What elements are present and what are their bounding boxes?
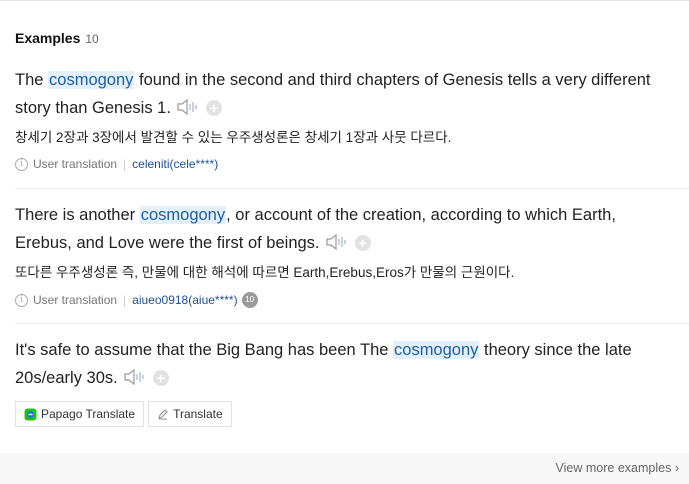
papago-logo-icon <box>24 408 37 421</box>
plus-icon[interactable]: + <box>354 235 371 251</box>
examples-header: Examples 10 <box>15 30 99 46</box>
view-more-examples-link[interactable]: View more examples › <box>556 461 679 475</box>
papago-translate-button[interactable]: Papago Translate <box>15 401 145 427</box>
info-icon: i <box>15 157 28 171</box>
highlighted-term: cosmogony <box>393 341 480 359</box>
sentence-text: There is another <box>15 206 140 224</box>
translation-meta: i User translation | aiueo0918(aiue****)… <box>15 292 675 308</box>
example-item: The cosmogony found in the second and th… <box>15 66 675 171</box>
speaker-icon[interactable] <box>123 367 145 395</box>
example-translation: 또다른 우주생성론 즉, 만물에 대한 해석에 따르면 Earth,Erebus… <box>15 265 515 280</box>
papago-translate-label: Papago Translate <box>41 407 136 421</box>
sentence-text: The <box>15 71 49 89</box>
sentence-text: It's safe to assume that the Big Bang ha… <box>15 341 394 359</box>
plus-icon[interactable]: + <box>152 370 169 386</box>
translate-label: Translate <box>173 407 223 421</box>
example-translation: 창세기 2장과 3장에서 발견할 수 있는 우주생성론은 창세기 1장과 사뭇 … <box>15 130 452 145</box>
example-sentence: The cosmogony found in the second and th… <box>15 66 675 125</box>
examples-title: Examples <box>15 30 81 46</box>
highlighted-term: cosmogony <box>139 206 227 224</box>
translator-user-link[interactable]: aiueo0918(aiue****) <box>132 293 237 307</box>
chevron-right-icon: › <box>674 461 679 475</box>
example-divider <box>15 323 689 324</box>
speaker-icon[interactable] <box>176 97 198 125</box>
examples-footer: View more examples › <box>0 453 689 484</box>
highlighted-term: cosmogony <box>48 71 135 89</box>
view-more-label: View more examples <box>555 461 672 475</box>
speaker-icon[interactable] <box>325 232 347 260</box>
example-sentence: It's safe to assume that the Big Bang ha… <box>15 336 675 395</box>
translator-user-link[interactable]: celeniti(cele****) <box>132 157 218 171</box>
example-item: It's safe to assume that the Big Bang ha… <box>15 336 675 427</box>
pencil-icon <box>157 408 169 420</box>
examples-count: 10 <box>85 32 99 46</box>
translation-source: User translation <box>33 157 118 171</box>
translation-meta: i User translation | celeniti(cele****) <box>15 157 675 171</box>
translate-button-row: Papago Translate Translate <box>15 401 675 427</box>
translate-button[interactable]: Translate <box>148 401 232 427</box>
translation-source: User translation <box>33 293 118 307</box>
user-level-badge: 10 <box>241 292 258 308</box>
top-divider <box>0 0 689 1</box>
info-icon: i <box>15 293 28 307</box>
example-sentence: There is another cosmogony, or account o… <box>15 201 675 260</box>
plus-icon[interactable]: + <box>205 100 222 116</box>
example-divider <box>15 188 689 189</box>
example-item: There is another cosmogony, or account o… <box>15 201 675 308</box>
meta-separator: | <box>123 293 127 307</box>
meta-separator: | <box>123 157 127 171</box>
